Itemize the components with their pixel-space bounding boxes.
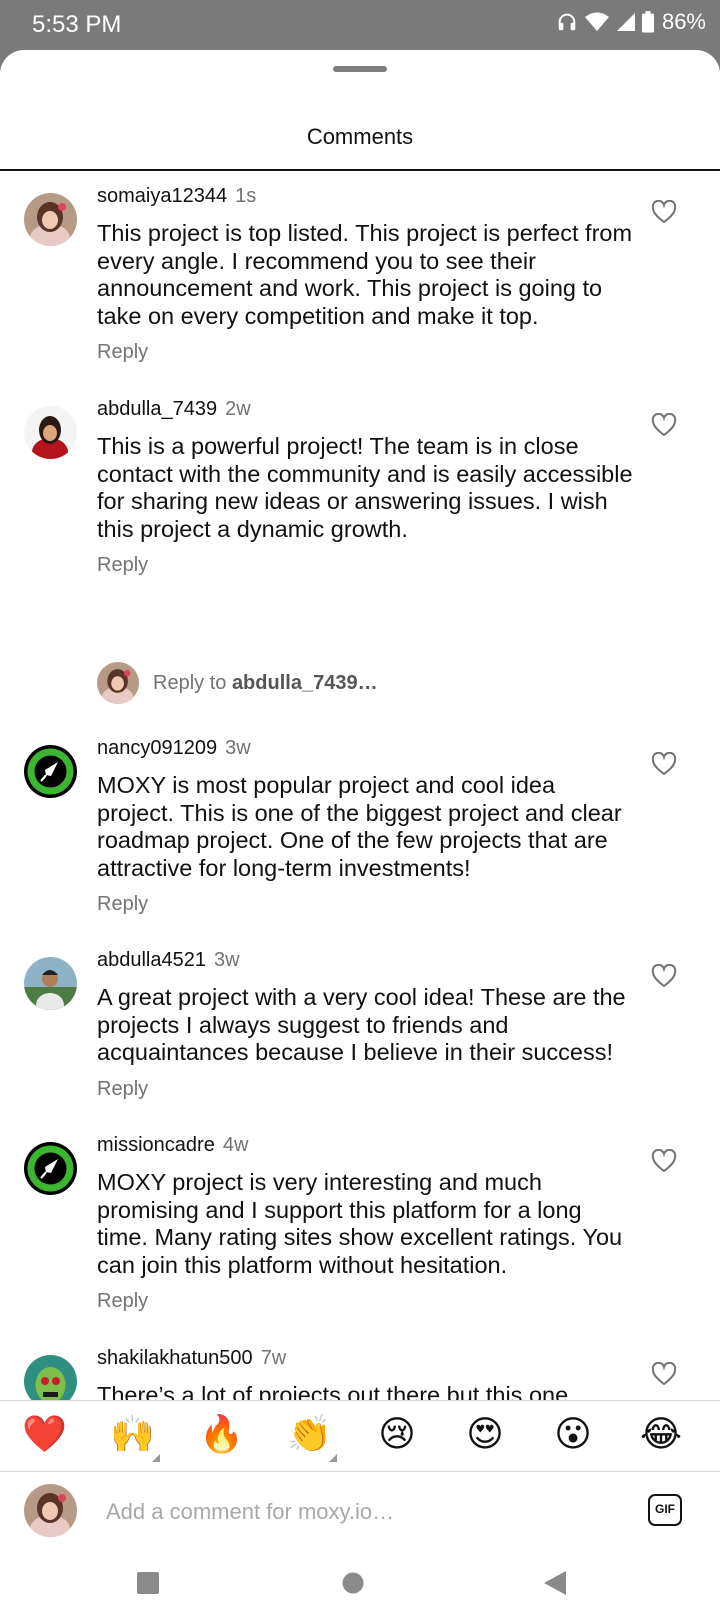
wifi-icon (584, 11, 610, 33)
battery-icon (641, 11, 654, 33)
comments-sheet: Comments somaiya12344 1s This project is … (0, 50, 720, 1600)
avatar[interactable] (24, 406, 77, 459)
comment-item: somaiya12344 1s This project is top liste… (0, 171, 720, 383)
comment-composer: GIF (0, 1472, 720, 1552)
heart-eyes-emoji-button[interactable]: 😍 (463, 1413, 507, 1457)
back-button[interactable] (543, 1570, 567, 1600)
comment-time: 3w (214, 949, 240, 971)
surprised-emoji-button[interactable]: 😮 (551, 1413, 595, 1457)
comment-header: nancy091209 3w (97, 737, 251, 760)
heart-emoji-button[interactable]: ❤️ (22, 1413, 67, 1457)
comment-item: nancy091209 3w MOXY is most popular proje… (0, 675, 720, 915)
comment-time: 7w (260, 1347, 287, 1369)
crying-emoji-button[interactable]: 😢 (375, 1413, 419, 1457)
reply-button[interactable]: Reply (97, 554, 148, 577)
avatar[interactable] (24, 957, 77, 1010)
laughing-emoji-button[interactable]: 😂 (639, 1413, 683, 1457)
home-button[interactable] (342, 1572, 364, 1599)
recents-button[interactable] (137, 1572, 159, 1599)
comment-text: A great project with a very cool idea! T… (97, 984, 626, 1065)
status-bar: 5:53 PM 86% (0, 0, 720, 50)
comment-text: MOXY project is very interesting and muc… (97, 1169, 623, 1278)
comments-list[interactable]: somaiya12344 1s This project is top liste… (0, 171, 720, 1401)
battery-percentage: 86% (661, 9, 706, 34)
like-heart-icon[interactable] (651, 412, 677, 437)
comment-text: This project is top listed. This project… (97, 220, 633, 329)
status-icons: 86% (556, 9, 706, 35)
comment-input[interactable] (106, 1494, 626, 1530)
comment-header: abdulla4521 3w (97, 949, 240, 972)
comment-username[interactable]: nancy091209 (97, 737, 217, 759)
comment-item: shakilakhatun500 7w There’s a lot of proj… (0, 1333, 720, 1401)
sheet-title: Comments (306, 124, 414, 149)
fire-emoji-button[interactable]: 🔥 (199, 1413, 244, 1457)
comment-header: shakilakhatun500 7w (97, 1347, 286, 1370)
clapping-emoji-button[interactable]: 👏 (287, 1413, 332, 1457)
system-nav-bar (0, 1552, 720, 1600)
avatar (24, 1484, 77, 1537)
comment-text: MOXY is most popular project and cool id… (97, 772, 622, 881)
emoji-bar: ❤️ 🙌 🔥 👏 😢 😍 😮 😂 (0, 1401, 720, 1471)
avatar[interactable] (24, 193, 77, 246)
comment-time: 4w (222, 1134, 249, 1156)
reply-button[interactable]: Reply (97, 893, 148, 916)
comment-header: abdulla_7439 2w (97, 398, 251, 421)
comment-item: abdulla_7439 2w This is a powerful projec… (0, 384, 720, 596)
like-heart-icon[interactable] (651, 1148, 677, 1173)
comment-username[interactable]: shakilakhatun500 (97, 1347, 253, 1369)
comment-time: 1s (235, 185, 257, 207)
drag-handle[interactable] (333, 66, 387, 72)
comment-header: somaiya12344 1s (97, 185, 256, 208)
comment-item: missioncadre 4w MOXY project is very inte… (0, 1120, 720, 1332)
comment-username[interactable]: abdulla4521 (97, 949, 206, 971)
comment-username[interactable]: abdulla_7439 (97, 398, 217, 420)
signal-icon (616, 11, 636, 33)
avatar[interactable] (24, 745, 77, 798)
like-heart-icon[interactable] (651, 1361, 677, 1386)
comment-username[interactable]: somaiya12344 (97, 185, 227, 207)
avatar[interactable] (24, 1355, 77, 1401)
skin-tone-indicator-icon (152, 1454, 160, 1462)
avatar[interactable] (24, 1142, 77, 1195)
comment-text: There’s a lot of projects out there but … (97, 1382, 569, 1401)
reply-button[interactable]: Reply (97, 1078, 148, 1101)
like-heart-icon[interactable] (651, 963, 677, 988)
reply-button[interactable]: Reply (97, 1290, 148, 1313)
reply-button[interactable]: Reply (97, 341, 148, 364)
comment-header: missioncadre 4w (97, 1134, 248, 1157)
like-heart-icon[interactable] (651, 199, 677, 224)
comment-text: This is a powerful project! The team is … (97, 433, 633, 542)
comment-time: 2w (225, 398, 251, 420)
comment-time: 3w (225, 737, 251, 759)
comment-username[interactable]: missioncadre (97, 1134, 215, 1156)
skin-tone-indicator-icon (329, 1454, 337, 1462)
like-heart-icon[interactable] (651, 751, 677, 776)
raising-hands-emoji-button[interactable]: 🙌 (110, 1413, 155, 1457)
status-time: 5:53 PM (32, 11, 122, 38)
gif-button[interactable]: GIF (648, 1494, 682, 1526)
headphones-icon (556, 11, 578, 33)
comment-item: abdulla4521 3w A great project with a ver… (0, 935, 720, 1125)
